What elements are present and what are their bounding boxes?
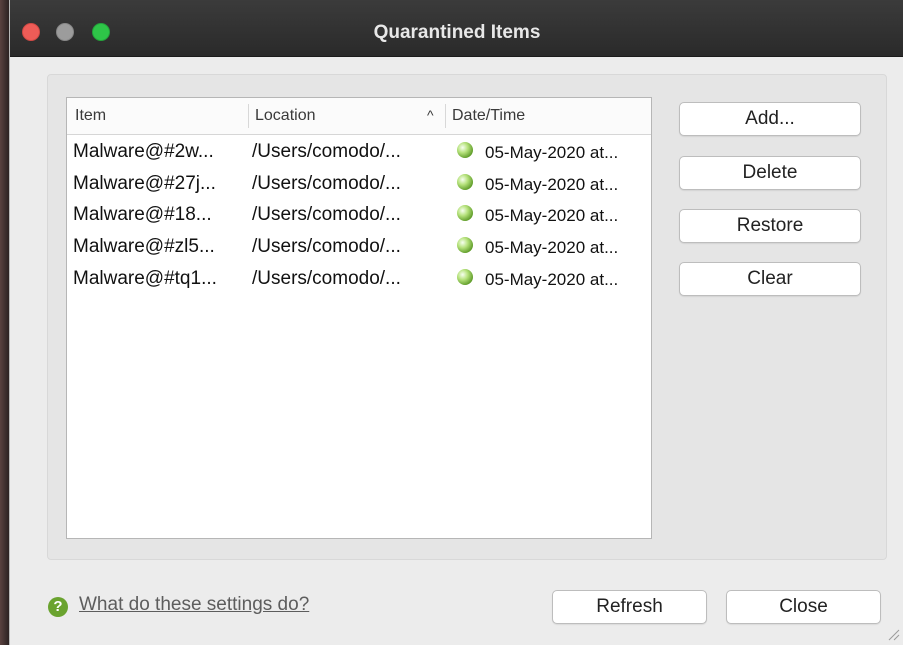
status-icon — [457, 205, 473, 221]
item-datetime: 05-May-2020 at... — [485, 175, 619, 194]
column-header-datetime[interactable]: Date/Time — [452, 107, 525, 125]
clear-button[interactable]: Clear — [679, 262, 861, 296]
refresh-button[interactable]: Refresh — [552, 590, 707, 624]
table-header: Item Location ^ Date/Time — [67, 98, 651, 135]
item-datetime: 05-May-2020 at... — [485, 270, 619, 289]
table-row[interactable]: Malware@#zl5... /Users/comodo/... 05-May… — [67, 232, 651, 264]
column-divider[interactable] — [248, 104, 249, 128]
title-bar[interactable]: Quarantined Items — [10, 0, 903, 57]
window-title: Quarantined Items — [373, 22, 541, 43]
table-row[interactable]: Malware@#18... /Users/comodo/... 05-May-… — [67, 200, 651, 232]
item-name: Malware@#18... — [73, 204, 212, 225]
item-location: /Users/comodo/... — [252, 204, 401, 225]
item-name: Malware@#zl5... — [73, 236, 215, 257]
help-icon[interactable]: ? — [48, 597, 68, 617]
item-datetime: 05-May-2020 at... — [485, 206, 619, 225]
close-button[interactable]: Close — [726, 590, 881, 624]
item-location: /Users/comodo/... — [252, 141, 401, 162]
column-divider[interactable] — [445, 104, 446, 128]
status-icon — [457, 174, 473, 190]
item-location: /Users/comodo/... — [252, 268, 401, 289]
quarantine-table[interactable]: Item Location ^ Date/Time Malware@#2w...… — [66, 97, 652, 539]
item-location: /Users/comodo/... — [252, 236, 401, 257]
table-row[interactable]: Malware@#tq1... /Users/comodo/... 05-May… — [67, 264, 651, 296]
status-icon — [457, 142, 473, 158]
restore-button[interactable]: Restore — [679, 209, 861, 243]
table-row[interactable]: Malware@#2w... /Users/comodo/... 05-May-… — [67, 137, 651, 169]
background-edge — [0, 0, 9, 645]
resize-grip-icon[interactable] — [886, 627, 900, 641]
item-datetime: 05-May-2020 at... — [485, 143, 619, 162]
delete-button[interactable]: Delete — [679, 156, 861, 190]
help-link[interactable]: What do these settings do? — [79, 594, 309, 616]
table-row[interactable]: Malware@#27j... /Users/comodo/... 05-May… — [67, 169, 651, 201]
item-location: /Users/comodo/... — [252, 173, 401, 194]
column-header-location[interactable]: Location — [255, 107, 316, 125]
item-name: Malware@#27j... — [73, 173, 216, 194]
column-header-item[interactable]: Item — [75, 107, 106, 125]
status-icon — [457, 237, 473, 253]
status-icon — [457, 269, 473, 285]
item-name: Malware@#tq1... — [73, 268, 217, 289]
item-datetime: 05-May-2020 at... — [485, 238, 619, 257]
quarantined-items-window: Quarantined Items Item Location ^ Date/T… — [9, 0, 903, 645]
item-name: Malware@#2w... — [73, 141, 214, 162]
add-button[interactable]: Add... — [679, 102, 861, 136]
sort-ascending-icon: ^ — [427, 107, 434, 123]
